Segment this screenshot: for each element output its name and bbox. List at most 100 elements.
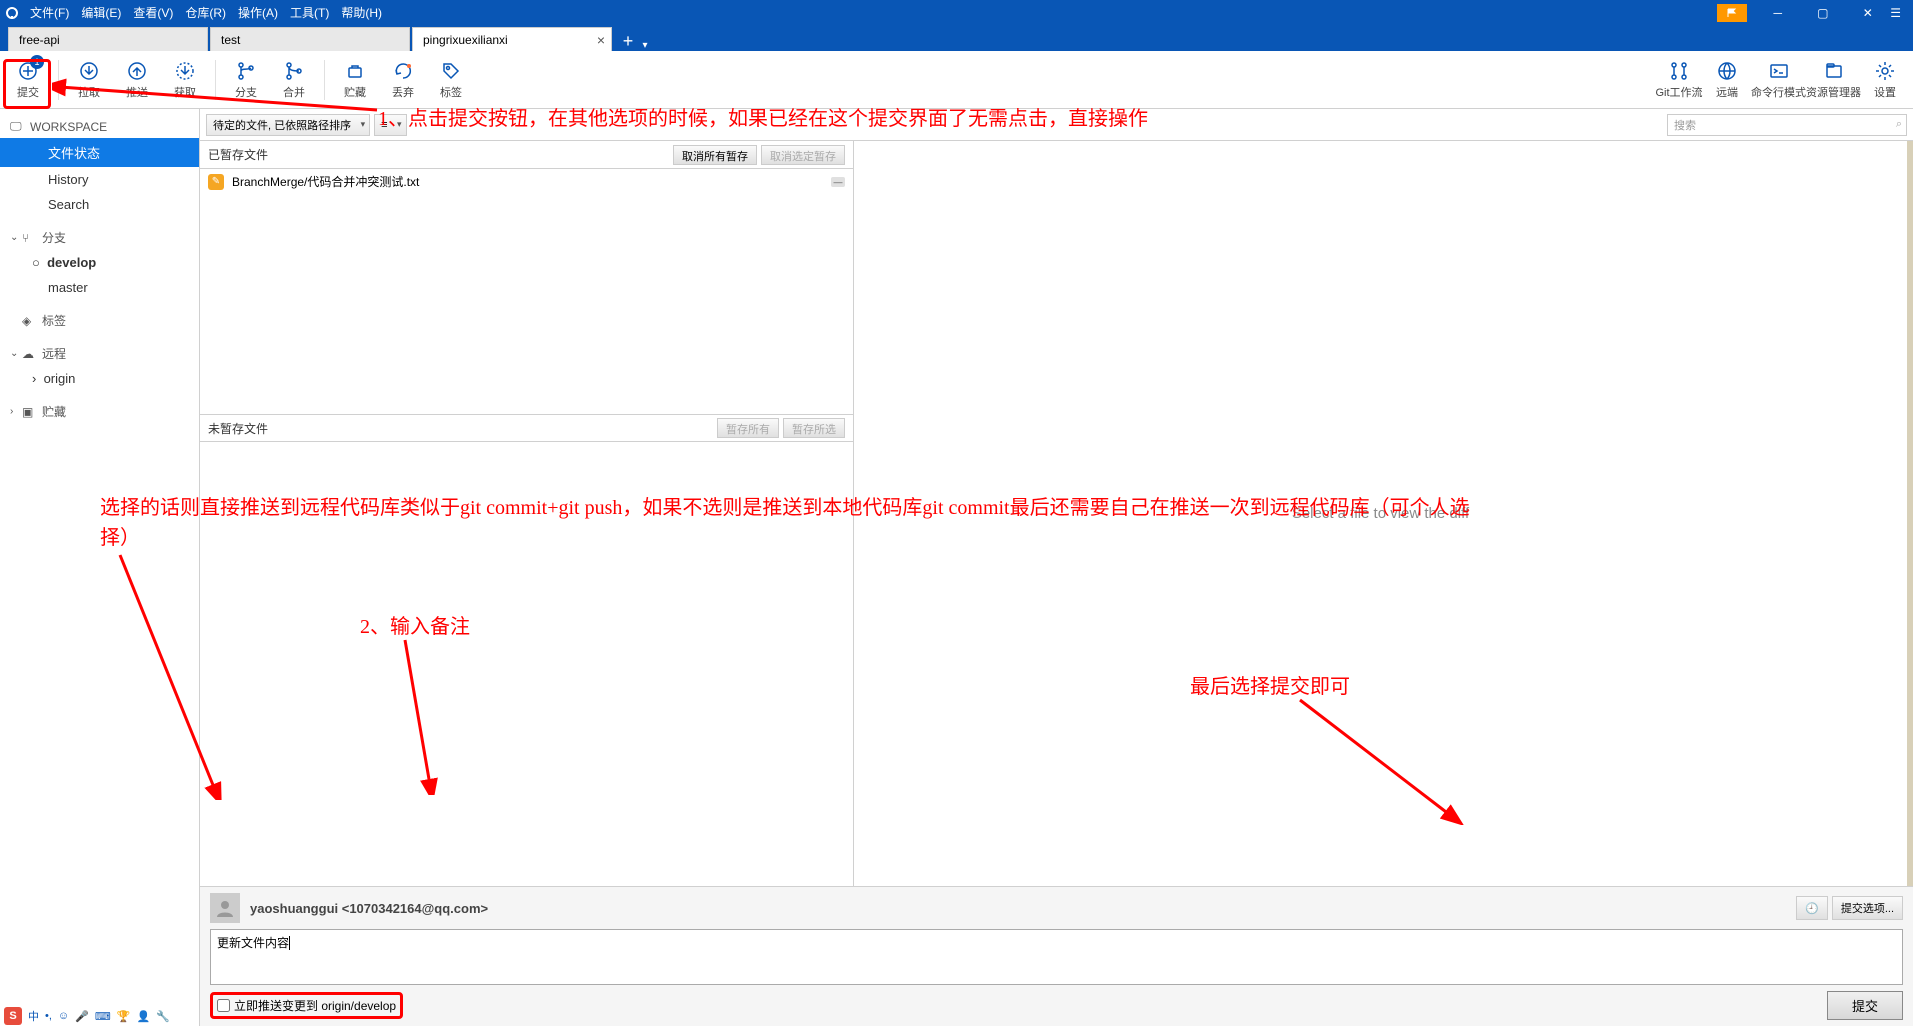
dropdown-label: ≡ xyxy=(381,119,387,131)
button-label: 暂存所有 xyxy=(726,424,770,436)
sidebar-branches-header[interactable]: ⌄ ⑂ 分支 xyxy=(0,225,199,250)
unstaged-header: 未暂存文件 暂存所有 暂存所选 xyxy=(200,414,853,442)
commit-history-button[interactable]: 🕘 xyxy=(1796,896,1828,920)
unstaged-file-list xyxy=(200,442,853,886)
ime-tool-icon[interactable]: 🔧 xyxy=(156,1010,170,1023)
chevron-right-icon: › xyxy=(10,406,22,417)
commit-options-button[interactable]: 提交选项... xyxy=(1832,896,1903,920)
menu-action[interactable]: 操作(A) xyxy=(232,4,284,21)
user-avatar xyxy=(210,893,240,923)
monitor-icon: 🖵 xyxy=(10,119,26,134)
commit-panel: yaoshuanggui <1070342164@qq.com> 🕘 提交选项.… xyxy=(200,886,1913,1026)
terminal-button[interactable]: 命令行模式 xyxy=(1751,53,1806,107)
menu-help[interactable]: 帮助(H) xyxy=(335,4,388,21)
push-immediately-checkbox[interactable]: 立即推送变更到 origin/develop xyxy=(210,992,403,1019)
menu-view[interactable]: 查看(V) xyxy=(127,4,179,21)
ime-person-icon[interactable]: 👤 xyxy=(136,1010,150,1023)
branch-icon xyxy=(235,60,257,82)
explorer-button[interactable]: 资源管理器 xyxy=(1806,53,1861,107)
sidebar-label: 文件状态 xyxy=(48,146,100,161)
sidebar-remote-origin[interactable]: › origin xyxy=(0,366,199,391)
toolbar: 提交 1 拉取 推送 获取 分支 合并 贮藏 丢弃 标签 Git工作流 xyxy=(0,51,1913,109)
merge-button[interactable]: 合并 xyxy=(270,53,318,107)
ime-lang[interactable]: 中 xyxy=(28,1008,39,1024)
commit-message-text: 更新文件内容 xyxy=(217,936,289,950)
toolbar-label: 设置 xyxy=(1874,84,1896,100)
search-placeholder: 搜索 xyxy=(1674,117,1696,133)
pane-title: 已暂存文件 xyxy=(208,146,268,163)
search-input[interactable]: 搜索⌕ xyxy=(1667,114,1907,136)
sidebar-branch-master[interactable]: master xyxy=(0,275,199,300)
pull-button[interactable]: 拉取 xyxy=(65,53,113,107)
sidebar-search[interactable]: Search xyxy=(0,192,199,217)
tab-free-api[interactable]: free-api xyxy=(8,27,208,51)
toolbar-label: 远端 xyxy=(1716,84,1738,100)
sidebar-tags-header[interactable]: ◈ 标签 xyxy=(0,308,199,333)
remote-icon xyxy=(1716,60,1738,82)
sort-dropdown[interactable]: 待定的文件, 已依照路径排序 xyxy=(206,114,370,136)
toolbar-label: 贮藏 xyxy=(344,84,366,100)
branch-icon: ⑂ xyxy=(22,231,38,245)
tab-add-button[interactable]: + xyxy=(618,31,638,51)
tab-test[interactable]: test xyxy=(210,27,410,51)
file-modified-icon: ✎ xyxy=(208,174,224,190)
menu-repo[interactable]: 仓库(R) xyxy=(179,4,232,21)
commit-message-input[interactable]: 更新文件内容 xyxy=(210,929,1903,985)
sidebar-remotes-header[interactable]: ⌄ ☁ 远程 xyxy=(0,341,199,366)
view-mode-dropdown[interactable]: ≡ xyxy=(374,114,406,136)
remote-button[interactable]: 远端 xyxy=(1703,53,1751,107)
toolbar-label: 获取 xyxy=(174,84,196,100)
button-label: 暂存所选 xyxy=(792,424,836,436)
sidebar: 🖵 WORKSPACE 文件状态 History Search ⌄ ⑂ 分支 ○… xyxy=(0,109,200,1026)
settings-button[interactable]: 设置 xyxy=(1861,53,1909,107)
sidebar-branch-develop[interactable]: ○ develop xyxy=(0,250,199,275)
tab-close-icon[interactable]: × xyxy=(597,32,605,48)
sidebar-history[interactable]: History xyxy=(0,167,199,192)
sidebar-workspace-header[interactable]: 🖵 WORKSPACE xyxy=(0,115,199,138)
branch-button[interactable]: 分支 xyxy=(222,53,270,107)
file-name: BranchMerge/代码合并冲突测试.txt xyxy=(232,173,419,190)
ime-sogou-icon[interactable]: S xyxy=(4,1007,22,1025)
ime-emoji-icon[interactable]: ☺ xyxy=(58,1010,69,1022)
flag-icon[interactable] xyxy=(1717,4,1747,22)
menu-edit[interactable]: 编辑(E) xyxy=(75,4,127,21)
submit-commit-button[interactable]: 提交 xyxy=(1827,991,1903,1020)
button-label: 取消选定暂存 xyxy=(770,151,836,163)
stage-selected-button[interactable]: 暂存所选 xyxy=(783,418,845,438)
tab-dropdown-icon[interactable]: ▾ xyxy=(638,40,652,51)
push-button[interactable]: 推送 xyxy=(113,53,161,107)
unstage-all-button[interactable]: 取消所有暂存 xyxy=(673,145,757,165)
staged-file-row[interactable]: ✎ BranchMerge/代码合并冲突测试.txt — xyxy=(200,169,853,194)
ime-trophy-icon[interactable]: 🏆 xyxy=(117,1010,131,1023)
staged-header: 已暂存文件 取消所有暂存 取消选定暂存 xyxy=(200,141,853,169)
gitflow-button[interactable]: Git工作流 xyxy=(1655,53,1703,107)
ime-mic-icon[interactable]: 🎤 xyxy=(75,1010,89,1023)
settings-icon xyxy=(1874,60,1896,82)
checkbox-input[interactable] xyxy=(217,999,230,1012)
sidebar-file-status[interactable]: 文件状态 xyxy=(0,138,199,167)
toolbar-label: 丢弃 xyxy=(392,84,414,100)
commit-button[interactable]: 提交 1 xyxy=(4,53,52,107)
cloud-icon: ☁ xyxy=(22,347,38,361)
maximize-button[interactable]: ▢ xyxy=(1800,0,1845,25)
menu-tool[interactable]: 工具(T) xyxy=(284,4,335,21)
discard-button[interactable]: 丢弃 xyxy=(379,53,427,107)
stage-all-button[interactable]: 暂存所有 xyxy=(717,418,779,438)
ime-punct-icon[interactable]: •, xyxy=(45,1010,52,1022)
minimize-button[interactable]: ─ xyxy=(1755,0,1800,25)
file-unstage-icon[interactable]: — xyxy=(831,177,845,187)
toolbar-label: 推送 xyxy=(126,84,148,100)
tab-pingrixuexilianxi[interactable]: pingrixuexilianxi× xyxy=(412,27,612,51)
menu-file[interactable]: 文件(F) xyxy=(24,4,75,21)
tag-button[interactable]: 标签 xyxy=(427,53,475,107)
hamburger-icon[interactable]: ☰ xyxy=(1890,6,1901,20)
ime-keyboard-icon[interactable]: ⌨ xyxy=(95,1010,111,1023)
stash-button[interactable]: 贮藏 xyxy=(331,53,379,107)
fetch-button[interactable]: 获取 xyxy=(161,53,209,107)
toolbar-label: 命令行模式 xyxy=(1751,84,1806,100)
diff-placeholder: Select a file to view the diff xyxy=(1292,505,1469,522)
sidebar-stashes-header[interactable]: › ▣ 贮藏 xyxy=(0,399,199,424)
unstage-selected-button[interactable]: 取消选定暂存 xyxy=(761,145,845,165)
checkbox-label: 立即推送变更到 origin/develop xyxy=(234,997,396,1014)
close-button[interactable]: ✕ xyxy=(1845,0,1890,25)
